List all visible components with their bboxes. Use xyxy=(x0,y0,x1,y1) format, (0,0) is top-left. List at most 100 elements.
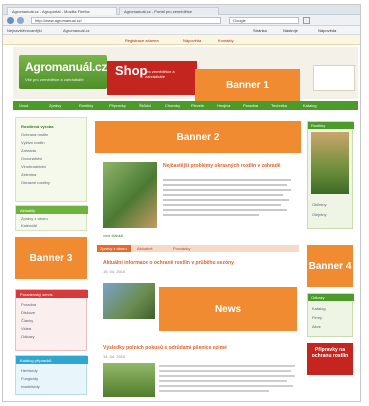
browser-window: Agromanuál.cz - Agroportál - Mozilla Fir… xyxy=(2,4,361,402)
forward-icon[interactable] xyxy=(17,17,24,24)
banner-3[interactable]: Banner 3 xyxy=(15,237,87,279)
news-title[interactable]: Aktuální informace o ochraně rostlin v p… xyxy=(103,260,234,266)
right-box-plants: Rostliny Obilniny Olejniny xyxy=(307,121,354,229)
top-link-register[interactable]: Registrace zdarma xyxy=(125,38,159,43)
search-icon[interactable] xyxy=(303,17,310,24)
text-line xyxy=(163,179,291,181)
promo-box[interactable]: Přípravky na ochranu rostlin xyxy=(307,343,353,375)
site-header: Agromanuál.cz Vše pro zemědělce a zahrád… xyxy=(13,47,358,101)
url-input[interactable]: http://www.agromanual.cz/ xyxy=(31,17,221,24)
nav-item-1[interactable]: Úvod xyxy=(19,103,28,108)
news-meta: 15. 04. 2010 xyxy=(103,269,126,274)
nav-item-6[interactable]: Choroby xyxy=(165,103,180,108)
left-menu-item[interactable]: Insekticidy xyxy=(21,384,40,389)
left-menu-item[interactable]: Odkazy xyxy=(21,334,35,339)
login-box[interactable] xyxy=(313,65,355,91)
nav-item-11[interactable]: Katalog xyxy=(303,103,317,108)
site-top-links: Registrace zdarma Nápověda Kontakty xyxy=(3,35,360,45)
tab-current[interactable]: Aktuálně xyxy=(137,246,153,251)
nav-item-10[interactable]: Technika xyxy=(271,103,287,108)
left-menu-item[interactable]: Herbicidy xyxy=(21,368,38,373)
toolbar-help[interactable]: Nápověda xyxy=(318,28,336,33)
left-menu-item[interactable]: Vinohradnictví xyxy=(21,164,46,169)
nav-item-4[interactable]: Přípravky xyxy=(109,103,126,108)
left-menu-item[interactable]: Ovocnářství xyxy=(21,156,42,161)
left-news-box: Aktuality Zprávy z oboru Kalendář xyxy=(15,205,88,231)
banner-1[interactable]: Banner 1 xyxy=(195,69,300,101)
right-box-head: Rostliny xyxy=(308,122,354,129)
left-menu-item[interactable]: Videa xyxy=(21,326,31,331)
text-line xyxy=(159,370,291,372)
right-item[interactable]: Akce xyxy=(312,324,321,329)
news-image[interactable] xyxy=(103,363,155,397)
more-link[interactable]: více článků xyxy=(103,233,123,238)
nav-item-5[interactable]: Škůdci xyxy=(139,103,151,108)
left-box-head: Aktuality xyxy=(16,206,88,214)
banner-4[interactable]: Banner 4 xyxy=(307,245,353,287)
feature-title[interactable]: Nejčastější problémy okrasných rostlin v… xyxy=(163,163,293,169)
logo-tagline: Vše pro zemědělce a zahrádkáře xyxy=(25,77,84,82)
right-item[interactable]: Katalog xyxy=(312,306,326,311)
text-line xyxy=(163,199,289,201)
right-item[interactable]: Firmy xyxy=(312,315,322,320)
text-line xyxy=(163,184,287,186)
shop-label: Shop xyxy=(115,63,148,78)
text-line xyxy=(159,380,287,382)
nav-item-7[interactable]: Plevele xyxy=(191,103,204,108)
left-menu-item[interactable]: Diskuze xyxy=(21,310,35,315)
shop-banner[interactable]: Shop pro zemědělce a zahrádkáře xyxy=(107,61,197,95)
tab-news[interactable]: Zprávy z oboru xyxy=(97,245,131,252)
toolbar-tools[interactable]: Nástroje xyxy=(283,28,298,33)
left-box-head: Katalog přípravků xyxy=(16,356,88,364)
left-catalog-box: Katalog přípravků Herbicidy Fungicidy In… xyxy=(15,355,88,395)
right-item[interactable]: Obilniny xyxy=(312,202,326,207)
left-menu-item[interactable]: Kalendář xyxy=(21,223,37,228)
left-menu-box: Rostlinná výroba Ochrana rostlin Výživa … xyxy=(15,117,87,202)
shop-sub: pro zemědělce a zahrádkáře xyxy=(145,69,175,79)
right-box-links: Odkazy Katalog Firmy Akce xyxy=(307,293,354,337)
browser-tab-1[interactable]: Agromanuál.cz - Agroportál - Mozilla Fir… xyxy=(7,7,117,15)
left-sidebar: Rostlinná výroba Ochrana rostlin Výživa … xyxy=(15,117,88,401)
nav-item-2[interactable]: Zprávy xyxy=(49,103,61,108)
banner-2[interactable]: Banner 2 xyxy=(95,121,301,153)
site-logo[interactable]: Agromanuál.cz Vše pro zemědělce a zahrád… xyxy=(19,55,107,89)
nav-item-9[interactable]: Poradna xyxy=(243,103,258,108)
left-menu-item[interactable]: Ochrana rostlin xyxy=(21,132,48,137)
left-menu-item[interactable]: Články xyxy=(21,318,33,323)
top-link-contacts[interactable]: Kontakty xyxy=(218,38,234,43)
left-menu-item[interactable]: Zahrada xyxy=(21,148,36,153)
text-line xyxy=(159,365,295,367)
tab-strip: Agromanuál.cz - Agroportál - Mozilla Fir… xyxy=(3,5,360,15)
nav-item-3[interactable]: Rostliny xyxy=(79,103,93,108)
tab-invites[interactable]: Pozvánky xyxy=(173,246,190,251)
left-menu-item[interactable]: Výživa rostlin xyxy=(21,140,45,145)
news-image[interactable] xyxy=(103,283,155,319)
bookmark-1[interactable]: Nejnavštěvovanější xyxy=(7,28,42,33)
bookmark-2[interactable]: Agromanuál.cz xyxy=(63,28,90,33)
left-menu-item[interactable]: Rostlinná výroba xyxy=(21,124,53,129)
left-menu-item[interactable]: Fungicidy xyxy=(21,376,38,381)
search-input[interactable]: Google xyxy=(229,17,299,24)
text-line xyxy=(163,189,291,191)
text-line xyxy=(163,204,281,206)
left-menu-item[interactable]: Poradna xyxy=(21,302,36,307)
text-line xyxy=(159,385,293,387)
left-menu-item[interactable]: Zprávy z oboru xyxy=(21,216,48,221)
plant-image[interactable] xyxy=(311,132,349,194)
text-line xyxy=(163,209,287,211)
toolbar-page[interactable]: Stránka xyxy=(253,28,267,33)
back-icon[interactable] xyxy=(7,17,14,24)
main-nav: Úvod Zprávy Rostliny Přípravky Škůdci Ch… xyxy=(13,101,358,110)
logo-name: Agromanuál.cz xyxy=(25,60,108,74)
top-link-help[interactable]: Nápověda xyxy=(183,38,201,43)
news-title[interactable]: Výsledky polních pokusů s odrůdami pšeni… xyxy=(103,345,227,351)
right-item[interactable]: Olejniny xyxy=(312,212,326,217)
left-menu-item[interactable]: Zelenina xyxy=(21,172,36,177)
nav-item-8[interactable]: Hnojiva xyxy=(217,103,230,108)
feature-image[interactable] xyxy=(103,162,157,228)
browser-tab-2[interactable]: Agromanuál.cz - Portál pro zemědělce xyxy=(119,7,219,15)
news-banner[interactable]: News xyxy=(159,287,297,331)
bookmarks-bar: Nejnavštěvovanější Agromanuál.cz Stránka… xyxy=(3,26,360,35)
left-box-head: Poradenský servis xyxy=(16,290,88,298)
left-menu-item[interactable]: Okrasné rostliny xyxy=(21,180,50,185)
